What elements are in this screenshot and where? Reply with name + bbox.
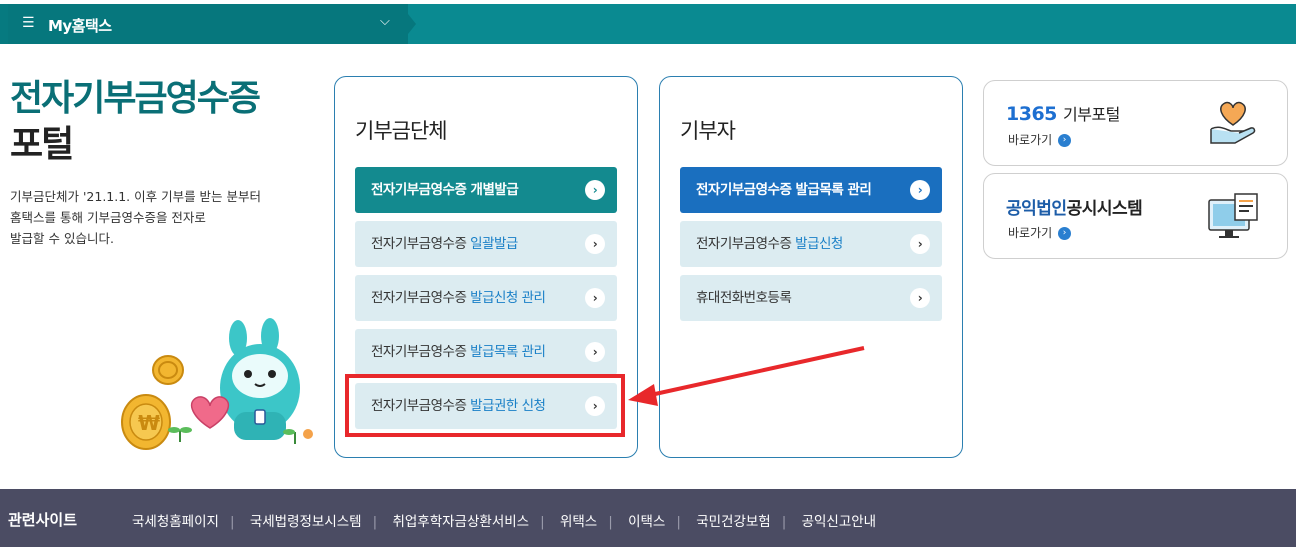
footer-link[interactable]: 취업후학자금상환서비스 bbox=[392, 514, 529, 530]
footer-link[interactable]: 국세법령정보시스템 bbox=[250, 514, 362, 530]
donor-list-manage-button[interactable]: 전자기부금영수증 발급목록 관리 › bbox=[680, 167, 942, 213]
page-title-line2: 포털 bbox=[10, 124, 74, 165]
description-line: 발급할 수 있습니다. bbox=[10, 231, 114, 246]
button-label-highlight: 발급신청 관리 bbox=[470, 290, 546, 306]
public-corp-card[interactable]: 공익법인공시시스템 바로가기 › bbox=[983, 173, 1288, 259]
footer-link[interactable]: 이택스 bbox=[628, 514, 665, 530]
mascot-illustration: ₩ bbox=[121, 318, 313, 450]
donor-phone-register-button[interactable]: 휴대전화번호등록 › bbox=[680, 275, 942, 321]
chevron-right-icon: › bbox=[910, 180, 930, 200]
heart-hand-icon bbox=[1210, 101, 1256, 144]
org-list-manage-button[interactable]: 전자기부금영수증 발급목록 관리 › bbox=[355, 329, 617, 375]
menu-chevron-shape bbox=[400, 4, 416, 44]
donation-portal-logo: 1365 기부포털 bbox=[1006, 101, 1120, 125]
chevron-right-icon: › bbox=[585, 288, 605, 308]
divider: | bbox=[676, 514, 681, 530]
button-label: 전자기부금영수증 bbox=[371, 290, 471, 306]
highlight-box bbox=[345, 374, 625, 437]
related-sites-footer: 관련사이트 국세청홈페이지 | 국세법령정보시스템 | 취업후학자금상환서비스 | 위… bbox=[0, 489, 1296, 547]
chevron-right-icon: › bbox=[585, 234, 605, 254]
button-label: 전자기부금영수증 bbox=[371, 344, 471, 360]
shortcut-label: 바로가기 bbox=[1008, 133, 1053, 147]
arrow-right-icon: › bbox=[1058, 134, 1071, 147]
org-individual-issue-button[interactable]: 전자기부금영수증 개별발급 › bbox=[355, 167, 617, 213]
monitor-icon bbox=[1208, 193, 1258, 238]
button-label-highlight: 발급목록 관리 bbox=[470, 344, 546, 360]
donor-panel-heading: 기부자 bbox=[680, 119, 736, 143]
page-description: 기부금단체가 '21.1.1. 이후 기부를 받는 분부터 홈택스를 통해 기부… bbox=[10, 186, 300, 249]
portal-name: 기부포털 bbox=[1063, 105, 1120, 124]
org-panel-heading: 기부금단체 bbox=[355, 119, 448, 143]
divider: | bbox=[781, 514, 787, 530]
footer-link[interactable]: 공익신고안내 bbox=[802, 514, 877, 530]
chevron-right-icon: › bbox=[910, 288, 930, 308]
button-label: 전자기부금영수증 bbox=[371, 236, 471, 252]
divider: | bbox=[608, 514, 613, 530]
button-label-highlight: 일괄발급 bbox=[470, 236, 518, 252]
button-label: 전자기부금영수증 개별발급 bbox=[371, 182, 519, 198]
footer-link[interactable]: 위택스 bbox=[560, 514, 597, 530]
donor-issue-request-button[interactable]: 전자기부금영수증 발급신청 › bbox=[680, 221, 942, 267]
button-label: 휴대전화번호등록 bbox=[696, 290, 792, 306]
shortcut-link[interactable]: 바로가기 › bbox=[1008, 131, 1071, 148]
annotation-arrow-icon bbox=[628, 346, 865, 406]
public-corp-name-blue: 공익법인 bbox=[1006, 199, 1067, 219]
org-bulk-issue-button[interactable]: 전자기부금영수증 일괄발급 › bbox=[355, 221, 617, 267]
description-line: 홈택스를 통해 기부금영수증을 전자로 bbox=[10, 210, 206, 225]
portal-number: 1365 bbox=[1006, 103, 1057, 125]
related-sites-label: 관련사이트 bbox=[8, 511, 78, 529]
chevron-right-icon: › bbox=[585, 342, 605, 362]
top-nav-bar: ☰ My홈택스 ⌵ bbox=[0, 4, 1296, 44]
footer-link[interactable]: 국민건강보험 bbox=[696, 514, 771, 530]
hamburger-icon[interactable]: ☰ bbox=[22, 15, 35, 31]
divider: | bbox=[372, 514, 378, 530]
shortcut-link[interactable]: 바로가기 › bbox=[1008, 224, 1071, 241]
org-request-manage-button[interactable]: 전자기부금영수증 발급신청 관리 › bbox=[355, 275, 617, 321]
page-title-line1: 전자기부금영수증 bbox=[10, 78, 261, 119]
donation-portal-card[interactable]: 1365 기부포털 바로가기 › bbox=[983, 80, 1288, 166]
arrow-right-icon: › bbox=[1058, 227, 1071, 240]
chevron-right-icon: › bbox=[910, 234, 930, 254]
top-nav-strip bbox=[0, 4, 8, 44]
svg-text:₩: ₩ bbox=[138, 411, 160, 435]
my-hometax-title[interactable]: My홈택스 bbox=[48, 15, 112, 36]
chevron-right-icon: › bbox=[585, 180, 605, 200]
shortcut-label: 바로가기 bbox=[1008, 226, 1053, 240]
related-sites-links: 국세청홈페이지 | 국세법령정보시스템 | 취업후학자금상환서비스 | 위택스 | 이택… bbox=[132, 510, 876, 530]
public-corp-name-rest: 공시시스템 bbox=[1066, 199, 1143, 219]
divider: | bbox=[229, 514, 235, 530]
description-line: 기부금단체가 '21.1.1. 이후 기부를 받는 분부터 bbox=[10, 189, 262, 204]
footer-link[interactable]: 국세청홈페이지 bbox=[132, 514, 219, 530]
page-title: 전자기부금영수증 포털 bbox=[10, 76, 261, 168]
button-label: 전자기부금영수증 bbox=[696, 236, 796, 252]
button-label-highlight: 발급신청 bbox=[795, 236, 843, 252]
divider: | bbox=[540, 514, 545, 530]
chevron-down-icon[interactable]: ⌵ bbox=[380, 14, 390, 29]
public-corp-logo: 공익법인공시시스템 bbox=[1006, 194, 1143, 219]
button-label: 전자기부금영수증 발급목록 관리 bbox=[696, 182, 872, 198]
